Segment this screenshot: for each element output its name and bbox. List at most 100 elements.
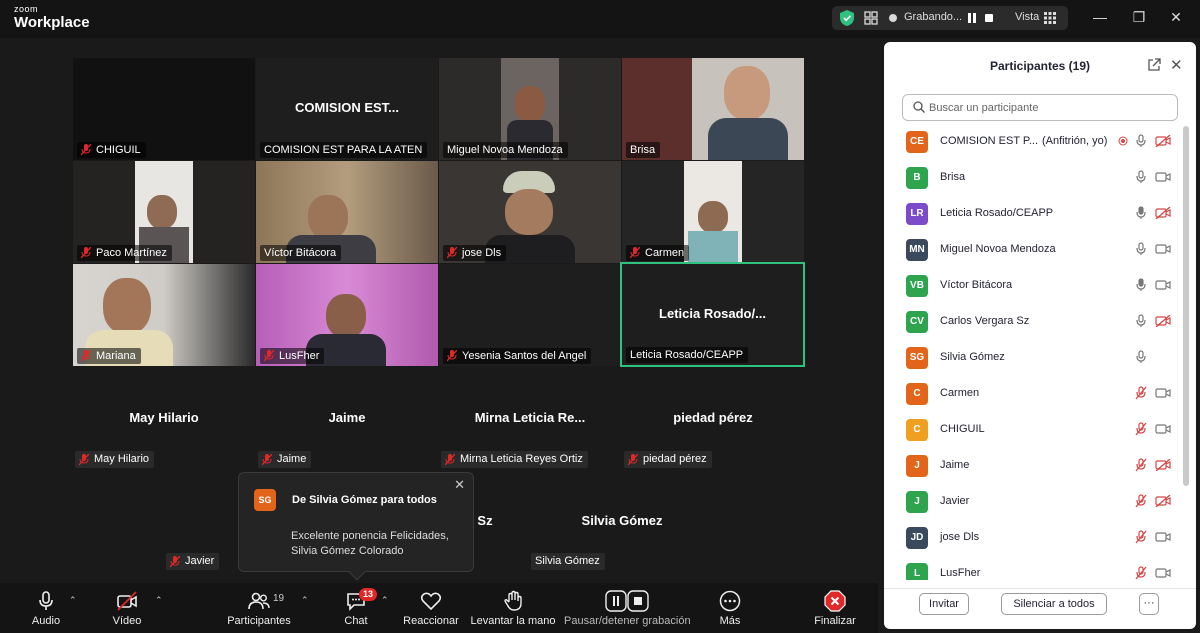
participant-avatar: J xyxy=(906,491,928,513)
camera-icon[interactable] xyxy=(1155,279,1171,291)
stop-recording-icon[interactable] xyxy=(985,14,993,22)
active-speaker-tile[interactable]: Leticia Rosado/... Leticia Rosado/CEAPP xyxy=(620,262,805,367)
raise-hand-button[interactable]: Levantar la mano xyxy=(470,583,556,633)
participant-row[interactable]: JD jose Dls xyxy=(884,522,1184,558)
mic-muted-icon[interactable] xyxy=(1135,494,1147,508)
participant-name-label[interactable]: Mirna Leticia Reyes Ortiz xyxy=(441,451,588,468)
close-panel-icon[interactable]: ✕ xyxy=(1170,56,1183,74)
participant-avatar: MN xyxy=(906,239,928,261)
chevron-up-icon[interactable]: ⌃ xyxy=(69,595,77,605)
more-options-button[interactable]: ··· xyxy=(1139,593,1159,615)
participant-list: CE COMISION EST P... (Anfitrión, yo) B Brisa… xyxy=(884,126,1184,580)
chevron-up-icon[interactable]: ⌃ xyxy=(381,595,389,605)
camera-icon[interactable] xyxy=(1155,171,1171,183)
mic-muted-icon[interactable] xyxy=(1135,530,1147,544)
video-tile[interactable]: Víctor Bitácora xyxy=(256,161,438,263)
camera-icon[interactable] xyxy=(1155,243,1171,255)
microphone-icon[interactable] xyxy=(1135,134,1147,148)
video-tile[interactable]: CHIGUIL xyxy=(73,58,255,160)
video-tile[interactable]: Mariana xyxy=(73,264,255,366)
camera-off-icon[interactable] xyxy=(1155,315,1171,327)
mute-all-button[interactable]: Silenciar a todos xyxy=(1001,593,1107,615)
chevron-up-icon[interactable]: ⌃ xyxy=(301,595,309,605)
camera-icon[interactable] xyxy=(1155,423,1171,435)
microphone-icon[interactable] xyxy=(1135,170,1147,184)
mic-muted-icon[interactable] xyxy=(1135,422,1147,436)
popout-icon[interactable] xyxy=(1147,58,1161,72)
participant-row[interactable]: L LusFher xyxy=(884,558,1184,580)
microphone-icon[interactable] xyxy=(1135,242,1147,256)
camera-off-icon[interactable] xyxy=(1155,459,1171,471)
chevron-up-icon[interactable]: ⌃ xyxy=(155,595,163,605)
more-button[interactable]: Más xyxy=(712,583,748,633)
pause-recording-icon[interactable] xyxy=(968,13,976,23)
video-tile[interactable]: COMISION EST... COMISION EST PARA LA ATE… xyxy=(256,58,438,160)
end-meeting-button[interactable]: Finalizar xyxy=(810,583,860,633)
participant-row[interactable]: B Brisa xyxy=(884,162,1184,198)
camera-off-icon[interactable] xyxy=(1155,495,1171,507)
video-button[interactable]: Vídeo xyxy=(104,583,150,633)
microphone-icon[interactable] xyxy=(1135,278,1147,292)
participant-list-scrollbar[interactable] xyxy=(1183,126,1189,486)
mic-muted-icon xyxy=(170,555,180,567)
camera-off-icon[interactable] xyxy=(1155,207,1171,219)
video-tile[interactable]: Yesenia Santos del Angel xyxy=(439,264,621,366)
participant-avatar: C xyxy=(906,383,928,405)
search-input[interactable] xyxy=(929,99,1169,117)
minimize-icon[interactable]: ― xyxy=(1091,8,1109,26)
participant-big-name: May Hilario xyxy=(129,410,199,425)
participant-name-label[interactable]: Javier xyxy=(166,553,220,570)
participant-row[interactable]: J Jaime xyxy=(884,450,1184,486)
view-button-label[interactable]: Vista xyxy=(1015,11,1039,23)
video-tile[interactable]: Brisa xyxy=(622,58,804,160)
microphone-icon[interactable] xyxy=(1135,314,1147,328)
mic-muted-icon[interactable] xyxy=(1135,386,1147,400)
participant-name-label[interactable]: Jaime xyxy=(258,451,312,468)
participant-row[interactable]: SG Silvia Gómez xyxy=(884,342,1184,378)
participant-row[interactable]: MN Miguel Novoa Mendoza xyxy=(884,234,1184,270)
restore-window-icon[interactable]: ❐ xyxy=(1130,8,1148,26)
security-shield-icon[interactable] xyxy=(840,10,854,26)
participant-row[interactable]: J Javier xyxy=(884,486,1184,522)
video-tile[interactable]: Paco Martínez xyxy=(73,161,255,263)
participant-avatar: C xyxy=(906,419,928,441)
mic-muted-icon[interactable] xyxy=(1135,458,1147,472)
video-tile[interactable]: Miguel Novoa Mendoza xyxy=(439,58,621,160)
camera-icon[interactable] xyxy=(1155,567,1171,579)
close-icon[interactable]: ✕ xyxy=(454,477,465,493)
participant-name-label[interactable]: piedad pérez xyxy=(624,451,712,468)
camera-icon[interactable] xyxy=(1155,387,1171,399)
video-tile[interactable]: jose Dls xyxy=(439,161,621,263)
meeting-info-icon[interactable] xyxy=(864,11,878,25)
video-tile[interactable]: Carmen xyxy=(622,161,804,263)
camera-off-icon[interactable] xyxy=(1155,135,1171,147)
chat-notification-toast[interactable]: SG De Silvia Gómez para todos ✕ Excelent… xyxy=(238,472,474,581)
participant-row[interactable]: VB Víctor Bitácora xyxy=(884,270,1184,306)
react-button[interactable]: Reaccionar xyxy=(402,583,460,633)
participant-row[interactable]: CE COMISION EST P... (Anfitrión, yo) xyxy=(884,126,1184,162)
pause-stop-recording-button[interactable]: Pausar/detener grabación xyxy=(564,583,691,633)
camera-icon[interactable] xyxy=(1155,531,1171,543)
participant-row[interactable]: LR Leticia Rosado/CEAPP xyxy=(884,198,1184,234)
close-window-icon[interactable]: ✕ xyxy=(1167,8,1185,26)
tile-name-label: jose Dls xyxy=(443,245,507,261)
audio-button[interactable]: Audio xyxy=(24,583,68,633)
more-icon xyxy=(719,590,741,612)
tile-big-name: COMISION EST... xyxy=(294,100,399,115)
participants-button[interactable]: Participantes xyxy=(226,583,292,633)
microphone-icon[interactable] xyxy=(1135,350,1147,364)
participant-name-label[interactable]: May Hilario xyxy=(75,451,155,468)
participant-name: Javier xyxy=(940,495,970,507)
participant-row[interactable]: CV Carlos Vergara Sz xyxy=(884,306,1184,342)
participant-row[interactable]: C Carmen xyxy=(884,378,1184,414)
participant-search[interactable] xyxy=(902,94,1178,121)
tile-name: Yesenia Santos del Angel xyxy=(462,350,587,362)
recording-label: Grabando... xyxy=(904,11,963,23)
mic-muted-icon[interactable] xyxy=(1135,566,1147,580)
microphone-icon[interactable] xyxy=(1135,206,1147,220)
participant-row[interactable]: C CHIGUIL xyxy=(884,414,1184,450)
gallery-view-icon[interactable] xyxy=(1044,12,1056,24)
participant-name-label[interactable]: Silvia Gómez xyxy=(531,553,605,570)
video-tile[interactable]: LusFher xyxy=(256,264,438,366)
invite-button[interactable]: Invitar xyxy=(919,593,969,615)
